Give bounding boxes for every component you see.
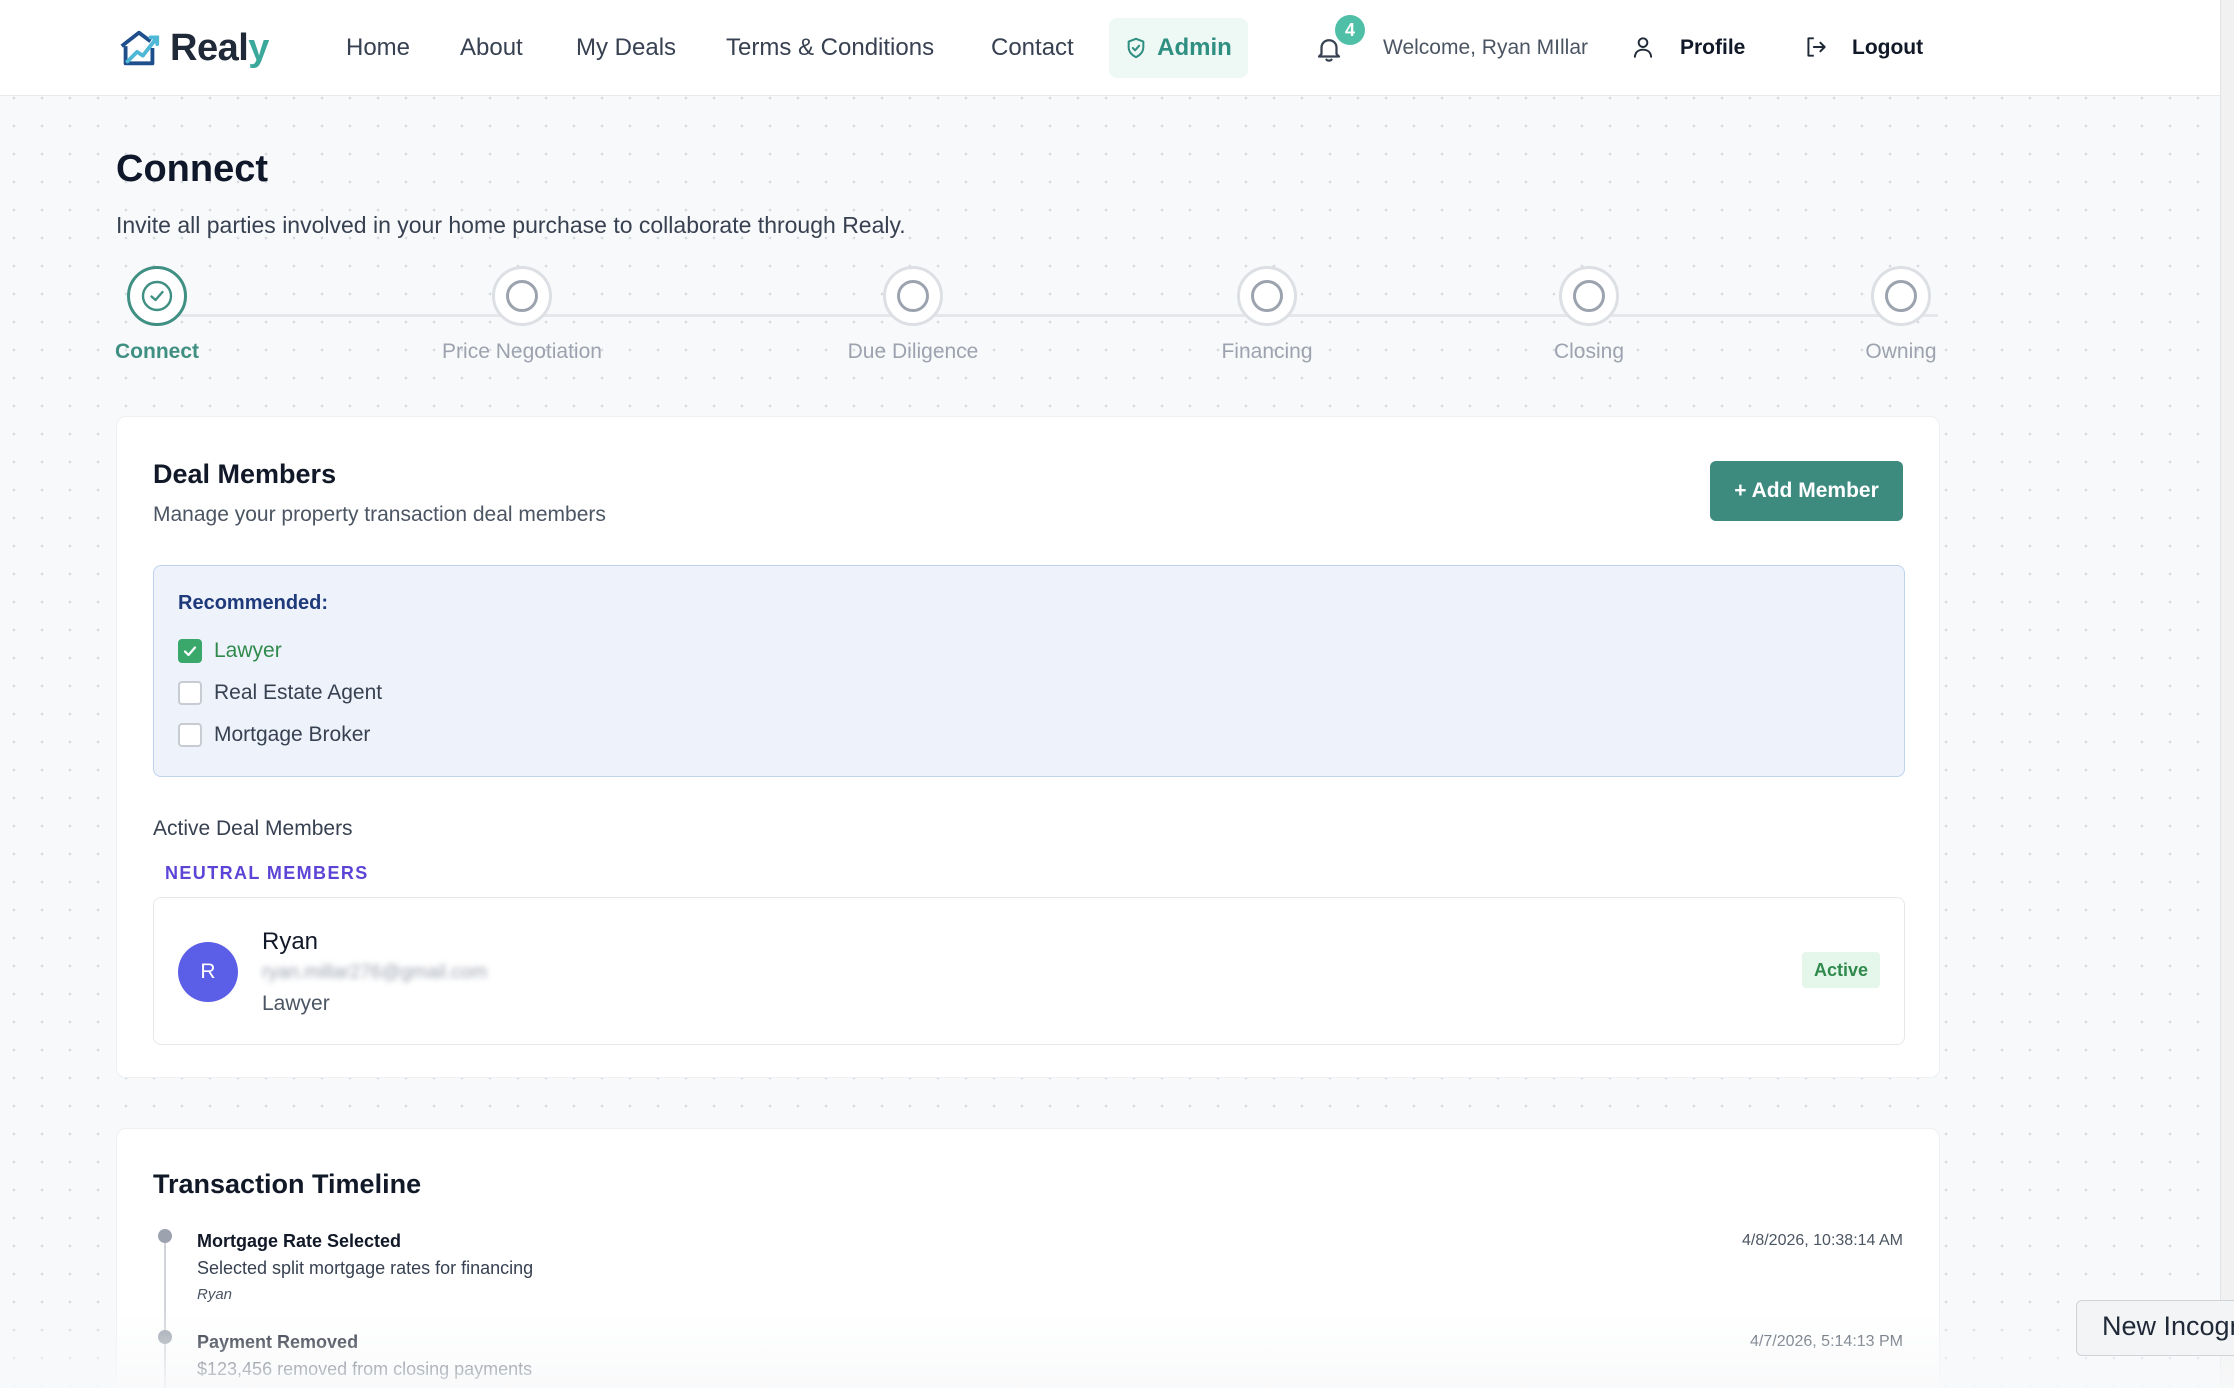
step-due-diligence-indicator[interactable] xyxy=(883,266,943,326)
mortgage-broker-checkbox[interactable] xyxy=(178,723,202,747)
empty-circle-icon xyxy=(1885,280,1917,312)
brand-logo[interactable]: Realy xyxy=(116,24,269,72)
step-label-connect[interactable]: Connect xyxy=(115,340,199,364)
nav-contact[interactable]: Contact xyxy=(991,34,1074,62)
stepper-track xyxy=(156,314,1938,317)
step-connect-indicator[interactable] xyxy=(127,266,187,326)
avatar: R xyxy=(178,942,238,1002)
active-members-title: Active Deal Members xyxy=(153,817,353,840)
top-navbar: Realy Home About My Deals Terms & Condit… xyxy=(0,0,2220,96)
recommended-label: Lawyer xyxy=(214,639,282,662)
timeline-event-actor: Ryan xyxy=(197,1286,233,1303)
logout-link[interactable]: Logout xyxy=(1852,36,1923,60)
check-circle-icon xyxy=(141,280,173,312)
recommended-title: Recommended: xyxy=(178,592,329,614)
step-label-due-diligence[interactable]: Due Diligence xyxy=(848,340,979,364)
new-incognito-tooltip[interactable]: New Incognito xyxy=(2076,1300,2234,1356)
add-member-button[interactable]: + Add Member xyxy=(1710,461,1903,521)
nav-about[interactable]: About xyxy=(460,34,523,62)
timeline-dot xyxy=(158,1330,172,1344)
admin-label: Admin xyxy=(1157,34,1232,61)
timeline-event-title: Payment Removed xyxy=(197,1332,359,1352)
recommended-label: Mortgage Broker xyxy=(214,723,371,746)
recommended-real-estate-agent[interactable]: Real Estate Agent xyxy=(178,680,382,706)
recommended-panel: Recommended: Lawyer Real Estate Agent Mo… xyxy=(153,565,1905,777)
timeline-event-time: 4/7/2026, 5:14:13 PM xyxy=(1750,1333,1903,1350)
nav-home[interactable]: Home xyxy=(346,34,410,62)
step-closing-indicator[interactable] xyxy=(1559,266,1619,326)
empty-circle-icon xyxy=(897,280,929,312)
member-card[interactable]: R Ryan ryan.millar276@gmail.com Lawyer A… xyxy=(153,897,1905,1045)
user-icon[interactable] xyxy=(1630,34,1656,60)
step-label-owning[interactable]: Owning xyxy=(1865,340,1936,364)
step-financing-indicator[interactable] xyxy=(1237,266,1297,326)
timeline-track xyxy=(164,1233,166,1388)
page-subtitle: Invite all parties involved in your home… xyxy=(116,212,906,238)
page-title: Connect xyxy=(116,148,268,190)
member-name: Ryan xyxy=(262,928,319,955)
timeline-dot xyxy=(158,1229,172,1243)
recommended-lawyer[interactable]: Lawyer xyxy=(178,638,282,664)
deal-members-title: Deal Members xyxy=(153,459,337,489)
step-label-financing[interactable]: Financing xyxy=(1221,340,1312,364)
member-role: Lawyer xyxy=(262,992,330,1015)
empty-circle-icon xyxy=(1251,280,1283,312)
lawyer-checkbox[interactable] xyxy=(178,639,202,663)
timeline-event-time: 4/8/2026, 10:38:14 AM xyxy=(1741,1232,1903,1249)
notification-badge: 4 xyxy=(1335,15,1365,45)
timeline-event-title: Mortgage Rate Selected xyxy=(197,1231,402,1251)
recommended-label: Real Estate Agent xyxy=(214,681,383,704)
transaction-timeline-card: Transaction Timeline Mortgage Rate Selec… xyxy=(116,1128,1940,1388)
step-owning-indicator[interactable] xyxy=(1871,266,1931,326)
recommended-mortgage-broker[interactable]: Mortgage Broker xyxy=(178,722,370,748)
house-logo-icon xyxy=(120,30,160,66)
nav-terms[interactable]: Terms & Conditions xyxy=(726,34,934,62)
real-estate-agent-checkbox[interactable] xyxy=(178,681,202,705)
deal-members-description: Manage your property transaction deal me… xyxy=(153,503,606,526)
member-email: ryan.millar276@gmail.com xyxy=(262,962,488,983)
step-price-negotiation-indicator[interactable] xyxy=(492,266,552,326)
checkmark-icon xyxy=(183,646,197,657)
welcome-text: Welcome, Ryan MIllar xyxy=(1383,36,1588,59)
brand-name: Realy xyxy=(170,26,269,69)
member-group-label: NEUTRAL MEMBERS xyxy=(165,863,369,883)
shield-check-icon xyxy=(1127,37,1145,59)
deal-members-card: Deal Members Manage your property transa… xyxy=(116,416,1940,1078)
logout-icon[interactable] xyxy=(1803,34,1829,60)
timeline-event-description: Selected split mortgage rates for financ… xyxy=(197,1258,534,1278)
timeline-title: Transaction Timeline xyxy=(153,1169,422,1199)
step-label-closing[interactable]: Closing xyxy=(1554,340,1624,364)
scrollbar-track[interactable] xyxy=(2220,0,2234,1388)
nav-admin-button[interactable]: Admin xyxy=(1109,18,1248,78)
status-badge: Active xyxy=(1801,952,1880,988)
profile-link[interactable]: Profile xyxy=(1680,36,1745,60)
step-label-price-negotiation[interactable]: Price Negotiation xyxy=(442,340,602,364)
timeline-event-description: $123,456 removed from closing payments xyxy=(197,1359,533,1379)
nav-my-deals[interactable]: My Deals xyxy=(576,34,676,62)
empty-circle-icon xyxy=(1573,280,1605,312)
empty-circle-icon xyxy=(506,280,538,312)
